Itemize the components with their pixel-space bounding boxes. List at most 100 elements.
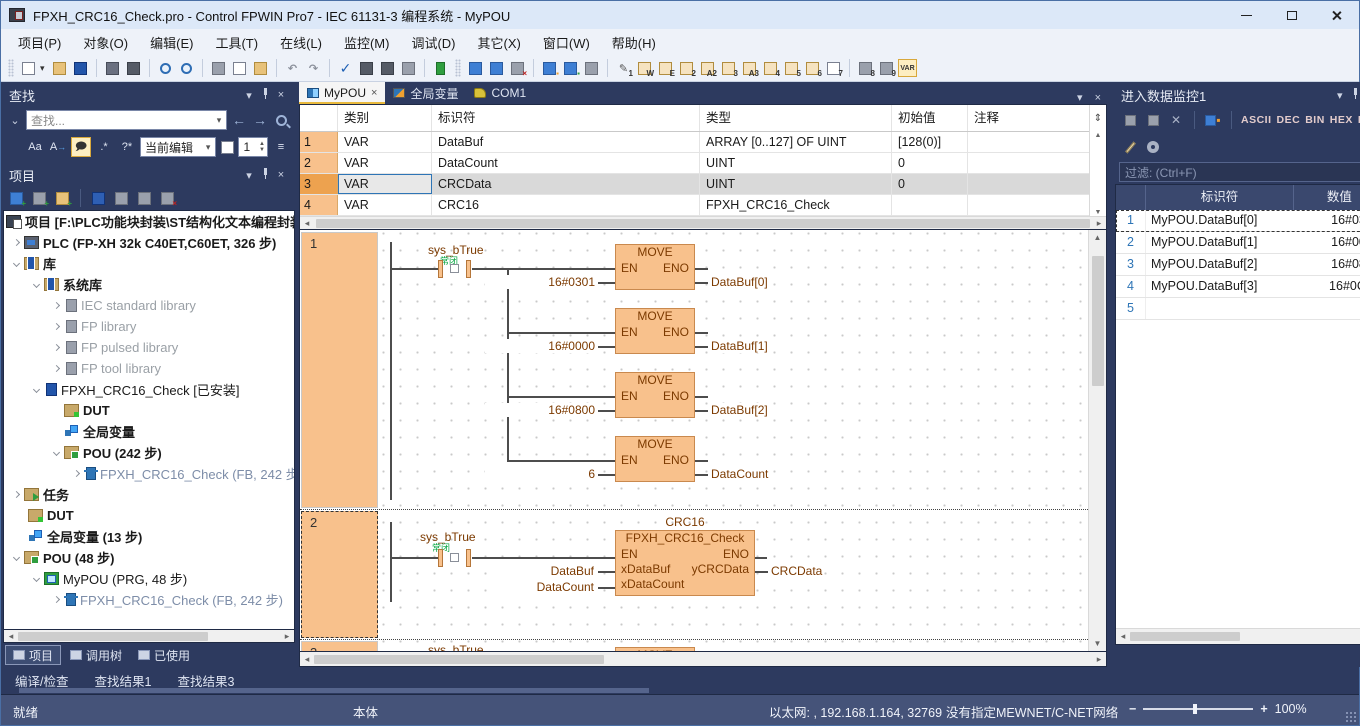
search-dropdown-icon[interactable]: ▾ (212, 115, 226, 126)
download-to-plc-icon[interactable] (357, 59, 376, 77)
tree-item-plc[interactable]: PLC (FP-XH 32k C40ET,C60ET, 326 步) (4, 232, 294, 253)
whole-word-button[interactable]: A→ (48, 137, 68, 157)
operand-output[interactable]: DataBuf[2] (709, 403, 770, 417)
scroll-down-icon[interactable]: ▼ (1094, 639, 1102, 648)
move-block-1[interactable]: MOVE ENENO (615, 244, 695, 290)
menu-debug[interactable]: 调试(D) (400, 30, 466, 55)
variable-row[interactable]: 2 VAR DataCount UINT 0 (300, 153, 1089, 174)
edit-object-icon[interactable] (112, 189, 131, 207)
maximize-button[interactable] (1269, 1, 1314, 29)
menu-object[interactable]: 对象(O) (72, 30, 139, 55)
tree-item-project-root[interactable]: 项目 [F:\PLC功能块封装\ST结构化文本编程封装 (4, 211, 294, 232)
tree-item-mypou-fb[interactable]: FPXH_CRC16_Check (FB, 242 步) (4, 589, 294, 610)
operand-input[interactable]: DataBuf (490, 564, 596, 578)
insert-variable-below-icon[interactable] (1144, 112, 1162, 128)
add-task-icon[interactable]: + (53, 189, 72, 207)
minimize-button[interactable] (1224, 1, 1269, 29)
variable-row-selected[interactable]: 3 VAR CRCData UINT 0 (300, 174, 1089, 195)
search-icon[interactable] (276, 115, 287, 126)
network-2-header-selected[interactable]: 2 (301, 511, 378, 638)
scroll-right-icon[interactable]: ▸ (1092, 654, 1106, 665)
find-pin-icon[interactable] (257, 88, 273, 102)
zoom-icon[interactable] (156, 59, 175, 77)
monitor-filter-input[interactable]: 过滤: (Ctrl+F) ▾ (1119, 162, 1360, 182)
menu-tools[interactable]: 工具(T) (204, 30, 269, 55)
delete-entry-icon[interactable]: ✕ (1167, 112, 1185, 128)
chevron-down-icon[interactable] (28, 576, 44, 581)
regex-wildcard-button[interactable]: ?* (117, 137, 137, 157)
verify-icon[interactable] (399, 59, 418, 77)
scroll-left-icon[interactable]: ◂ (4, 631, 18, 642)
monitor-row[interactable]: 2MyPOU.DataBuf[1]16#0000 (1116, 232, 1360, 254)
chevron-down-icon[interactable] (8, 555, 24, 560)
ladder-coil-icon[interactable]: 3 (719, 59, 738, 77)
contact-bar[interactable] (466, 260, 471, 278)
monitor-row[interactable]: 4MyPOU.DataBuf[3]16#0C44 (1116, 276, 1360, 298)
fb-instance-name[interactable]: CRC16 (615, 515, 755, 529)
project-pin-icon[interactable] (257, 168, 273, 182)
new-project-dropdown-icon[interactable]: ▾ (40, 63, 48, 74)
move-block-4[interactable]: MOVE ENENO (615, 436, 695, 482)
ladder-contact-p-icon[interactable]: A2 (698, 59, 717, 77)
paste-icon[interactable] (251, 59, 270, 77)
compile-check-icon[interactable]: ✓ (336, 59, 355, 77)
format-ascii-button[interactable]: ASCII (1241, 114, 1272, 126)
ladder-wire-icon[interactable]: W (635, 59, 654, 77)
scrollbar-thumb[interactable] (1130, 632, 1240, 641)
find-close-icon[interactable]: × (273, 89, 289, 101)
ladder-contact-icon[interactable]: 2 (677, 59, 696, 77)
add-dut-icon[interactable]: + (30, 189, 49, 207)
chevron-down-icon[interactable] (8, 261, 24, 266)
insert-variable-icon[interactable] (1121, 112, 1139, 128)
edit-pencil-icon[interactable] (1121, 139, 1139, 155)
tab-com1[interactable]: COM1 (466, 82, 534, 104)
move-block-2[interactable]: MOVE ENENO (615, 308, 695, 354)
scroll-left-icon[interactable]: ◂ (300, 218, 314, 229)
tree-item-fp-library[interactable]: FP library (4, 316, 294, 337)
match-case-button[interactable]: Aa (25, 137, 45, 157)
variable-row[interactable]: 1 VAR DataBuf ARRAY [0..127] OF UINT [12… (300, 132, 1089, 153)
add-pou-icon[interactable]: + (7, 189, 26, 207)
zoom-slider-thumb[interactable] (1193, 704, 1197, 714)
tree-item-mypou[interactable]: MyPOU (PRG, 48 步) (4, 568, 294, 589)
scroll-right-icon[interactable]: ▸ (280, 631, 294, 642)
copy-icon[interactable] (230, 59, 249, 77)
tree-item-global-vars[interactable]: 全局变量 (13 步) (4, 526, 294, 547)
chevron-right-icon[interactable] (48, 366, 64, 371)
chevron-down-icon[interactable] (28, 282, 44, 287)
contact-bar[interactable] (438, 549, 443, 567)
upload-from-plc-icon[interactable] (378, 59, 397, 77)
new-object-icon[interactable] (89, 189, 108, 207)
print-preview-icon[interactable] (103, 59, 122, 77)
print-icon[interactable] (124, 59, 143, 77)
operand-output[interactable]: DataBuf[0] (709, 275, 770, 289)
chevron-right-icon[interactable] (48, 324, 64, 329)
tree-item-fp-pulsed-library[interactable]: FP pulsed library (4, 337, 294, 358)
horizontal-space-icon[interactable]: 9 (877, 59, 896, 77)
ladder-wire-end-icon[interactable]: E (656, 59, 675, 77)
monitor-dropdown-icon[interactable]: ▾ (1332, 89, 1348, 102)
open-project-icon[interactable] (50, 59, 69, 77)
format-dec-button[interactable]: DEC (1277, 114, 1301, 126)
menu-help[interactable]: 帮助(H) (601, 30, 667, 55)
zoom-pages-icon[interactable] (177, 59, 196, 77)
project-close-icon[interactable]: × (273, 169, 289, 181)
tree-item-lib-pou[interactable]: POU (242 步) (4, 442, 294, 463)
format-hex-button[interactable]: HEX (1330, 114, 1353, 126)
network-1-header[interactable]: 1 (301, 232, 378, 508)
redo-icon[interactable]: ↷ (304, 59, 323, 77)
scrollbar-thumb[interactable] (1092, 256, 1104, 386)
operand-output[interactable]: DataBuf[1] (709, 339, 770, 353)
operand-input[interactable]: 16#0000 (485, 339, 597, 353)
cut-icon[interactable] (209, 59, 228, 77)
resize-grip[interactable] (1345, 711, 1357, 723)
search-scope-select[interactable]: 当前编辑 ▾ (140, 137, 216, 157)
monitor-row[interactable]: 5 (1116, 298, 1360, 320)
close-tab-icon[interactable]: × (371, 87, 377, 99)
variable-table-hscrollbar[interactable]: ◂ ▸ (300, 216, 1106, 229)
operand-input[interactable]: 16#0800 (485, 403, 597, 417)
operand-input[interactable]: DataCount (490, 580, 596, 594)
search-comments-button[interactable]: 🗩 (71, 137, 91, 157)
zoom-control[interactable]: − + 100% (1129, 702, 1307, 716)
view-object-icon[interactable] (135, 189, 154, 207)
